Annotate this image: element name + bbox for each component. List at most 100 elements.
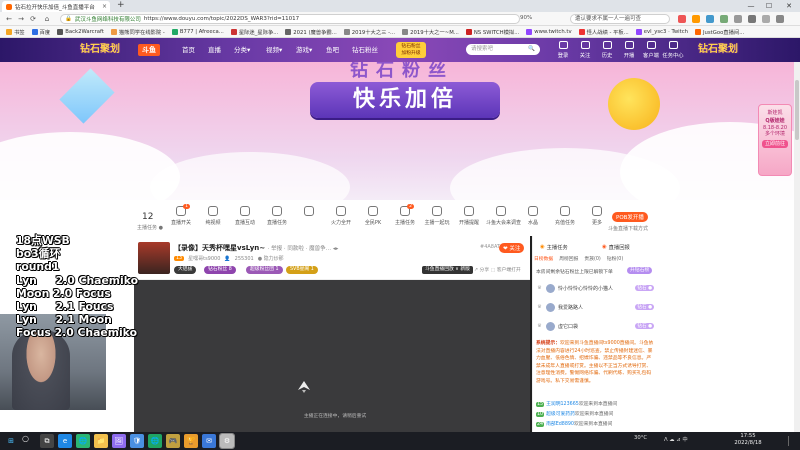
bookmark-item[interactable]: 2019十大之一~M... — [402, 28, 459, 36]
room-title-tags[interactable]: · 举报 · 同款啦 · 魔兽争… ◂▸ — [268, 246, 339, 252]
home-icon[interactable]: ⌂ — [42, 12, 52, 26]
nav-home[interactable]: 首页 — [182, 38, 195, 62]
toolbar-item[interactable]: 直播任务 — [262, 206, 292, 226]
close-window-button[interactable]: ✕ — [782, 0, 796, 12]
toolbar-item[interactable]: 2 主播任务 — [390, 204, 420, 226]
chat-entry[interactable]: 24 南部Ed8890欢迎来到本直播间 — [536, 420, 612, 428]
tab-anchor-tasks[interactable]: ◉ 主播任务 — [540, 242, 568, 252]
system-tray[interactable]: ᐱ ☁ ⊿ 中 — [664, 435, 688, 443]
settings-icon[interactable] — [776, 15, 784, 23]
bookmark-item[interactable]: 猫熊同学在线影院 - — [110, 28, 165, 36]
video-player[interactable] — [134, 280, 530, 432]
extension-icon[interactable] — [720, 15, 728, 23]
menu-icon[interactable] — [748, 15, 756, 23]
fan-rank-row[interactable]: ♛ 怜小怜怜心怜怜的小猫人 钻石 ● — [536, 282, 654, 294]
replay-selector[interactable]: 斗鱼直播回放 ∨ 新版 — [422, 266, 473, 274]
browser-search-box[interactable]: 遭认要求不属一人一遍可查 — [570, 14, 670, 24]
room-badge-pill[interactable]: 钻石粉丝 8 — [204, 266, 236, 274]
extension-icon[interactable] — [678, 15, 686, 23]
weather[interactable]: 30°C — [634, 435, 647, 441]
bookmark-item[interactable]: 2021 (魔兽争霸... — [285, 28, 337, 36]
bookmark-item[interactable]: Back2Warcraft — [57, 28, 104, 35]
search-icon[interactable]: 🔍 — [528, 44, 535, 55]
extension-icon[interactable] — [734, 15, 742, 23]
taskbar-app-icon[interactable]: ⚙ — [219, 433, 235, 449]
chat-username[interactable]: 王润明123665 — [546, 402, 579, 407]
toolbar-item[interactable] — [294, 206, 324, 219]
bookmark-item[interactable]: NS SWITCH模拟... — [465, 28, 519, 36]
url-text[interactable]: https://www.douyu.com/topic/2022DS_WAR3?… — [144, 16, 299, 22]
bookmark-item[interactable]: 2019十大之三 -... — [343, 28, 395, 36]
task-count-label[interactable]: 主播任务 ● — [137, 224, 163, 231]
tab-live-report[interactable]: ◉ 直播回报 — [602, 242, 630, 252]
room-badge-pill[interactable]: SVB星阁 1 — [286, 266, 318, 274]
taskbar-app-icon[interactable]: 🛡 — [130, 434, 144, 448]
minimize-button[interactable]: — — [744, 0, 758, 12]
fan-rank-row[interactable]: ♛ 我爱路路人 钻石 ● — [536, 301, 654, 313]
nav-live[interactable]: 直播 — [208, 38, 221, 62]
new-tab-button[interactable]: + — [117, 0, 125, 10]
taskbar-clock[interactable]: 17:55 2022/8/18 — [728, 433, 768, 447]
scroll-thumb[interactable] — [795, 80, 799, 140]
toolbar-item[interactable]: 直播互动 — [230, 206, 260, 226]
anchor-name[interactable]: 星嘿哥ts9000 — [188, 255, 220, 262]
room-badge-pill[interactable]: 大铝拔 — [174, 266, 197, 274]
taskbar-app-icon[interactable]: ✉ — [202, 434, 216, 448]
toolbar-item[interactable]: 纯视频 — [198, 206, 228, 226]
forward-icon[interactable]: → — [16, 12, 26, 26]
chat-entry[interactable]: 10 超级可爱药药欢迎来到本直播间 — [536, 410, 613, 418]
nav-category[interactable]: 分类▾ — [234, 38, 250, 62]
chat-entry[interactable]: 15 王润明123665欢迎来到本直播间 — [536, 400, 617, 408]
douyu-logo[interactable]: 斗鱼 — [138, 44, 160, 56]
nav-diamond-fans[interactable]: 钻石粉丝 — [352, 38, 378, 62]
url-bar[interactable]: 🔒 武汉斗鱼网络科技有限公司 https://www.douyu.com/top… — [60, 14, 520, 24]
extension-icon[interactable] — [692, 15, 700, 23]
toolbar-item[interactable]: 充值任务 — [550, 206, 580, 226]
promo-go-button[interactable]: 立即前往 — [762, 140, 788, 148]
show-desktop-button[interactable] — [788, 436, 796, 446]
diamond-fans-badge[interactable]: 钻石粉丝 加粉升级 — [396, 42, 426, 58]
taskbar-app-icon[interactable]: 🌐 — [148, 434, 162, 448]
download-label[interactable]: 斗鱼直播下载方式 — [608, 225, 648, 232]
start-broadcast-button[interactable]: POB发开播 — [612, 212, 648, 222]
chat-username[interactable]: 超级可爱药药 — [546, 412, 575, 417]
back-icon[interactable]: ← — [4, 12, 14, 26]
toolbar-item[interactable]: 主播一起玩 — [422, 206, 452, 226]
toolbar-item[interactable]: 全民PK — [358, 206, 388, 226]
bookmark-item[interactable]: evl_ysc3 · Twitch — [635, 28, 688, 35]
diamond-fans-logo[interactable]: 钻石聚划 — [72, 40, 128, 60]
taskbar-app-icon[interactable]: 🎮 — [166, 434, 180, 448]
taskbar-app-icon[interactable]: 🖼 — [112, 434, 126, 448]
rank-subtab[interactable]: 钻粉(0) — [607, 255, 623, 263]
follow-button[interactable]: ❤ 关注 — [499, 243, 525, 253]
bookmark-item[interactable]: JustGoo直播间... — [694, 28, 744, 36]
bookmark-item[interactable]: www.twitch.tv — [526, 28, 572, 35]
bookmark-item[interactable]: B777 | Afreeca... — [171, 28, 224, 35]
toolbar-item[interactable]: 水晶 — [518, 206, 548, 226]
upgrade-diamond-button[interactable]: 升钻石榜 — [627, 267, 653, 274]
toolbar-item[interactable]: 斗鱼大会来调查 — [486, 206, 521, 226]
bookmark-item[interactable]: 百度 — [31, 28, 50, 36]
header-nav-5[interactable]: 任务中心 — [660, 41, 686, 59]
side-promo-card[interactable]: 斯娃凯 Q版娃娃 8.18-8.20 多个环境 立即前往 — [758, 104, 792, 176]
taskbar-search-icon[interactable]: ○ — [22, 434, 29, 443]
reload-icon[interactable]: ⟳ — [28, 12, 38, 26]
tab-close-icon[interactable]: × — [102, 3, 107, 10]
taskbar-app-icon[interactable]: e — [58, 434, 72, 448]
downloads-icon[interactable] — [762, 15, 770, 23]
rank-subtab[interactable]: 周榜回报 — [559, 255, 578, 263]
toolbar-item[interactable]: 开播提醒 — [454, 206, 484, 226]
fan-rank-row[interactable]: ♛ 虚它口袋 钻石 ● — [536, 320, 654, 332]
anchor-avatar[interactable] — [138, 242, 170, 274]
chat-username[interactable]: 南部Ed8890 — [546, 422, 574, 427]
toolbar-item[interactable]: 更多 — [582, 206, 612, 226]
nav-yuba[interactable]: 鱼吧 — [326, 38, 339, 62]
rank-subtab[interactable]: 日榜数据 — [534, 255, 553, 263]
taskbar-app-icon[interactable]: 📁 — [94, 434, 108, 448]
taskbar-app-icon[interactable]: ⧉ — [40, 434, 54, 448]
bookmark-item[interactable]: 星际迷_星际争... — [230, 28, 278, 36]
taskbar-app-icon[interactable]: 🌐 — [76, 434, 90, 448]
share-and-client-links[interactable]: ↗ 分享 ⬚ 客户端打开 — [474, 266, 521, 273]
bookmark-item[interactable]: 书签 — [6, 28, 25, 36]
maximize-button[interactable]: ☐ — [762, 0, 776, 12]
